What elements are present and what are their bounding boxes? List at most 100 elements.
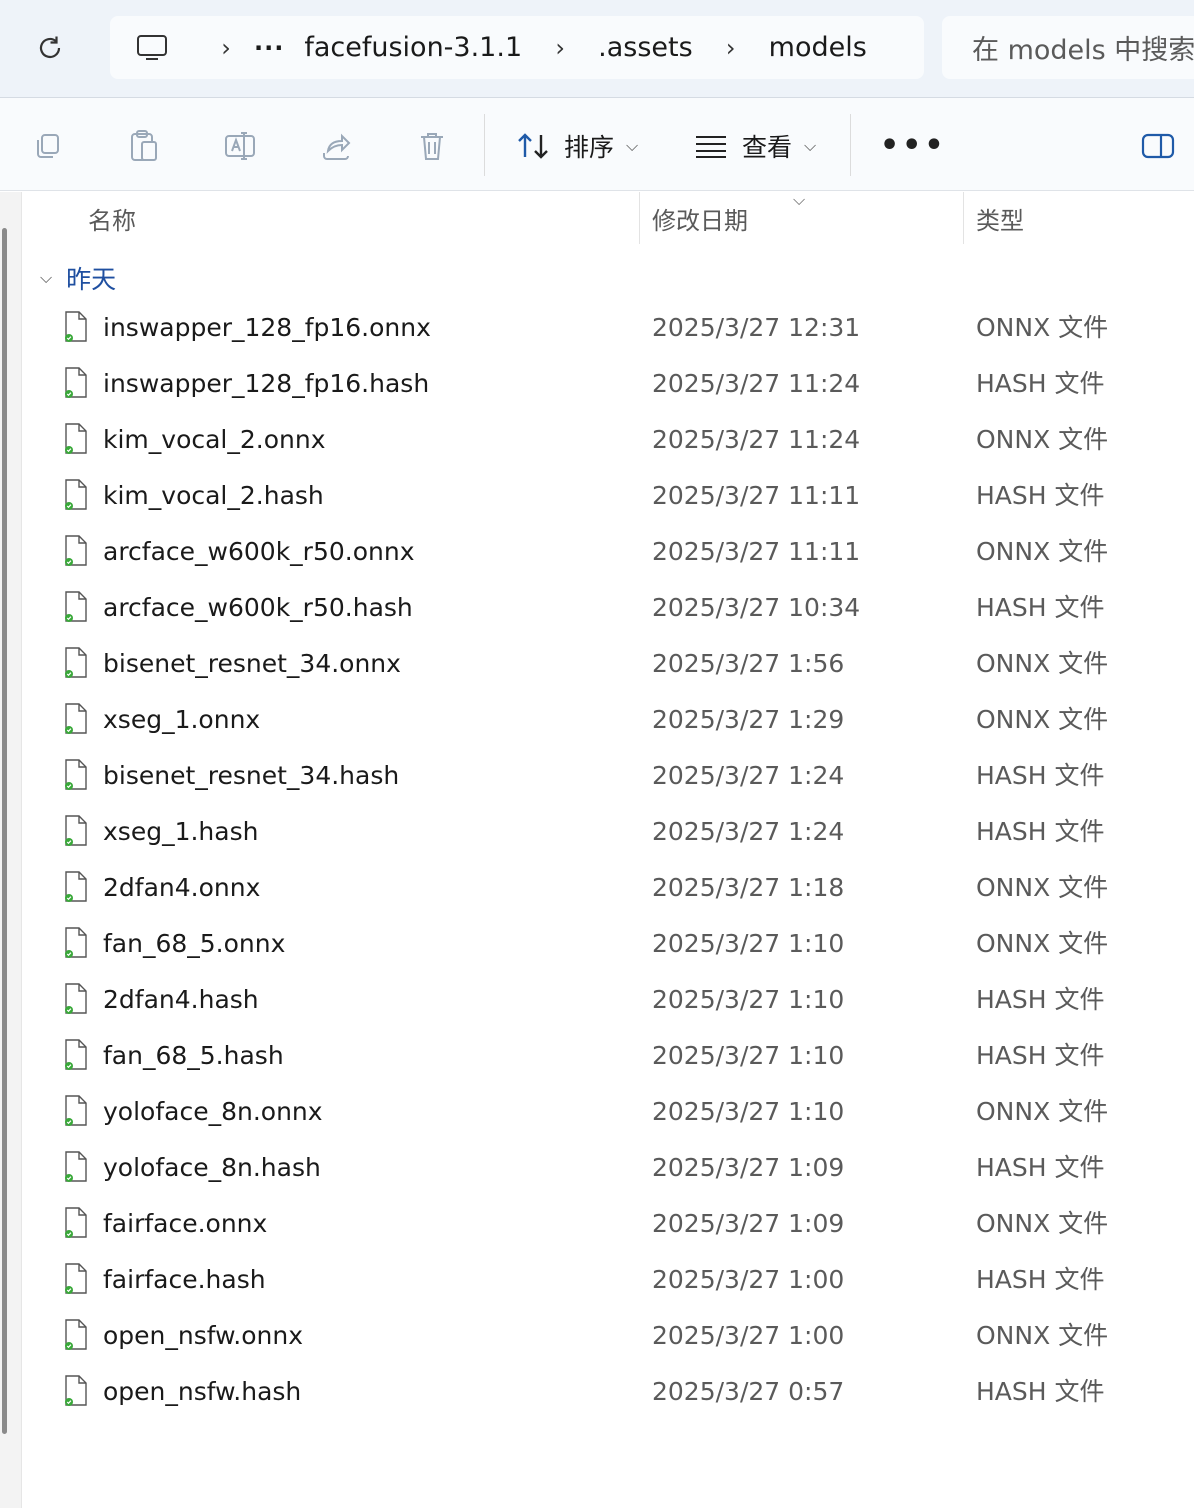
file-icon xyxy=(64,759,88,791)
chevron-right-icon[interactable]: › xyxy=(721,34,741,62)
file-row[interactable]: open_nsfw.onnx 2025/3/27 1:00 ONNX 文件 xyxy=(22,1308,1194,1364)
file-modified-date: 2025/3/27 10:34 xyxy=(652,593,861,622)
file-icon xyxy=(64,871,88,903)
details-pane-icon xyxy=(1141,133,1175,159)
file-type: ONNX 文件 xyxy=(976,313,1109,342)
file-type: ONNX 文件 xyxy=(976,425,1109,454)
chevron-right-icon[interactable]: › xyxy=(216,34,236,62)
file-icon xyxy=(64,479,88,511)
file-row[interactable]: arcface_w600k_r50.onnx 2025/3/27 11:11 ONN… xyxy=(22,524,1194,580)
search-input[interactable]: 在 models 中搜索 xyxy=(942,16,1194,79)
column-header-date[interactable]: 修改日期 xyxy=(652,192,748,244)
column-header-name[interactable]: 名称 xyxy=(88,192,136,244)
more-options-button[interactable]: ••• xyxy=(880,128,947,163)
copy-button[interactable] xyxy=(28,126,68,166)
breadcrumb-item-models[interactable]: models xyxy=(769,32,867,63)
file-modified-date: 2025/3/27 1:18 xyxy=(652,873,845,902)
file-row[interactable]: yoloface_8n.onnx 2025/3/27 1:10 ONNX 文件 xyxy=(22,1084,1194,1140)
file-icon xyxy=(64,927,88,959)
file-icon xyxy=(64,535,88,567)
file-name: arcface_w600k_r50.onnx xyxy=(103,537,415,566)
file-name: kim_vocal_2.onnx xyxy=(103,425,326,454)
paste-button[interactable] xyxy=(124,126,164,166)
rename-icon xyxy=(225,132,255,160)
file-modified-date: 2025/3/27 1:29 xyxy=(652,705,845,734)
view-label: 查看 xyxy=(742,133,793,162)
sort-button[interactable]: 排序 ⌵ xyxy=(516,126,638,166)
file-name: fairface.onnx xyxy=(103,1209,268,1238)
file-row[interactable]: inswapper_128_fp16.hash 2025/3/27 11:24 HA… xyxy=(22,356,1194,412)
share-icon xyxy=(323,133,351,160)
file-row[interactable]: fairface.hash 2025/3/27 1:00 HASH 文件 xyxy=(22,1252,1194,1308)
file-row[interactable]: fan_68_5.hash 2025/3/27 1:10 HASH 文件 xyxy=(22,1028,1194,1084)
refresh-icon xyxy=(39,36,61,59)
file-name: fan_68_5.hash xyxy=(103,1041,284,1070)
file-name: open_nsfw.onnx xyxy=(103,1321,303,1350)
file-row[interactable]: kim_vocal_2.onnx 2025/3/27 11:24 ONNX 文件 xyxy=(22,412,1194,468)
file-icon xyxy=(64,367,88,399)
file-icon xyxy=(64,815,88,847)
file-modified-date: 2025/3/27 1:56 xyxy=(652,649,845,678)
file-modified-date: 2025/3/27 11:11 xyxy=(652,481,861,510)
file-name: open_nsfw.hash xyxy=(103,1377,302,1406)
copy-icon xyxy=(37,134,59,158)
file-row[interactable]: bisenet_resnet_34.hash 2025/3/27 1:24 HASH… xyxy=(22,748,1194,804)
column-header-type[interactable]: 类型 xyxy=(976,192,1024,244)
share-button[interactable] xyxy=(316,126,356,166)
file-type: HASH 文件 xyxy=(976,817,1105,846)
file-type: ONNX 文件 xyxy=(976,1209,1109,1238)
file-modified-date: 2025/3/27 1:10 xyxy=(652,1041,845,1070)
column-divider[interactable] xyxy=(963,192,964,244)
file-name: fan_68_5.onnx xyxy=(103,929,286,958)
chevron-down-icon[interactable]: ⌵ xyxy=(40,268,52,288)
refresh-button[interactable] xyxy=(30,28,70,68)
file-type: HASH 文件 xyxy=(976,985,1105,1014)
file-name: yoloface_8n.hash xyxy=(103,1153,321,1182)
file-row[interactable]: fairface.onnx 2025/3/27 1:09 ONNX 文件 xyxy=(22,1196,1194,1252)
file-icon xyxy=(64,311,88,343)
file-name: inswapper_128_fp16.onnx xyxy=(103,313,431,342)
file-name: arcface_w600k_r50.hash xyxy=(103,593,413,622)
chevron-down-icon: ⌵ xyxy=(804,136,817,155)
file-modified-date: 2025/3/27 1:10 xyxy=(652,1097,845,1126)
file-row[interactable]: inswapper_128_fp16.onnx 2025/3/27 12:31 ON… xyxy=(22,300,1194,356)
file-icon xyxy=(64,1319,88,1351)
file-row[interactable]: arcface_w600k_r50.hash 2025/3/27 10:34 HAS… xyxy=(22,580,1194,636)
details-pane-button[interactable] xyxy=(1138,126,1178,166)
file-name: 2dfan4.hash xyxy=(103,985,259,1014)
file-name: inswapper_128_fp16.hash xyxy=(103,369,430,398)
file-row[interactable]: bisenet_resnet_34.onnx 2025/3/27 1:56 ONNX… xyxy=(22,636,1194,692)
file-type: HASH 文件 xyxy=(976,369,1105,398)
scrollbar-thumb[interactable] xyxy=(2,228,7,1434)
file-modified-date: 2025/3/27 1:00 xyxy=(652,1265,845,1294)
rename-button[interactable] xyxy=(220,126,260,166)
file-type: HASH 文件 xyxy=(976,1265,1105,1294)
file-row[interactable]: 2dfan4.hash 2025/3/27 1:10 HASH 文件 xyxy=(22,972,1194,1028)
file-type: ONNX 文件 xyxy=(976,705,1109,734)
file-row[interactable]: xseg_1.hash 2025/3/27 1:24 HASH 文件 xyxy=(22,804,1194,860)
file-row[interactable]: kim_vocal_2.hash 2025/3/27 11:11 HASH 文件 xyxy=(22,468,1194,524)
breadcrumb-overflow[interactable]: ··· xyxy=(254,34,284,62)
file-type: HASH 文件 xyxy=(976,761,1105,790)
file-modified-date: 2025/3/27 11:11 xyxy=(652,537,861,566)
file-modified-date: 2025/3/27 1:09 xyxy=(652,1209,845,1238)
file-row[interactable]: open_nsfw.hash 2025/3/27 0:57 HASH 文件 xyxy=(22,1364,1194,1420)
file-icon xyxy=(64,1207,88,1239)
breadcrumb-item-facefusion[interactable]: facefusion-3.1.1 xyxy=(304,32,522,63)
file-icon xyxy=(64,1151,88,1183)
column-divider[interactable] xyxy=(639,192,640,244)
file-name: bisenet_resnet_34.hash xyxy=(103,761,400,790)
breadcrumb[interactable]: › ··· facefusion-3.1.1 › .assets › model… xyxy=(110,16,924,79)
paste-icon xyxy=(131,130,157,161)
group-header-yesterday[interactable]: ⌵ 昨天 xyxy=(40,258,116,298)
breadcrumb-item-assets[interactable]: .assets xyxy=(598,32,693,63)
file-row[interactable]: fan_68_5.onnx 2025/3/27 1:10 ONNX 文件 xyxy=(22,916,1194,972)
chevron-right-icon[interactable]: › xyxy=(550,34,570,62)
this-pc-icon[interactable] xyxy=(136,33,168,63)
view-button[interactable]: 查看 ⌵ xyxy=(694,126,816,166)
delete-button[interactable] xyxy=(412,126,452,166)
file-row[interactable]: xseg_1.onnx 2025/3/27 1:29 ONNX 文件 xyxy=(22,692,1194,748)
file-type: ONNX 文件 xyxy=(976,929,1109,958)
file-row[interactable]: yoloface_8n.hash 2025/3/27 1:09 HASH 文件 xyxy=(22,1140,1194,1196)
file-row[interactable]: 2dfan4.onnx 2025/3/27 1:18 ONNX 文件 xyxy=(22,860,1194,916)
